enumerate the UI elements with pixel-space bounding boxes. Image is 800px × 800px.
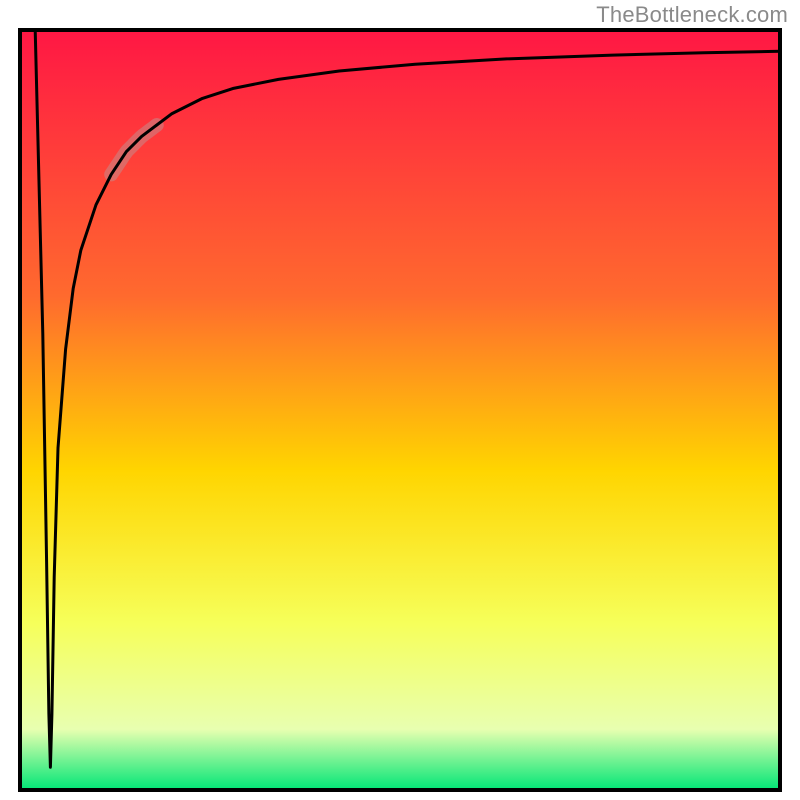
- chart-container: TheBottleneck.com: [0, 0, 800, 800]
- bottleneck-chart: [0, 0, 800, 800]
